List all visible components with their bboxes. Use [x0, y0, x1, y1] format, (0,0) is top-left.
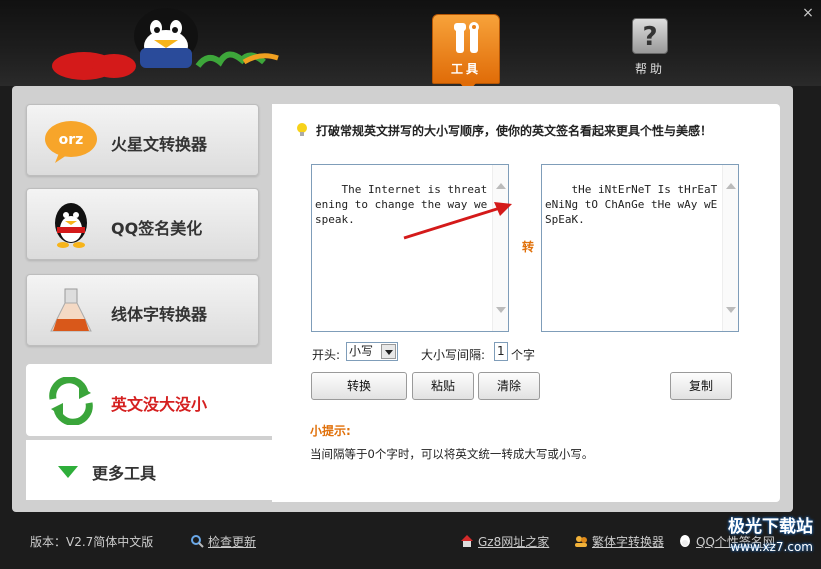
help-icon: ? — [632, 18, 668, 54]
tab-help-label: 帮助 — [634, 62, 665, 76]
interval-unit: 个字 — [511, 348, 536, 362]
output-scrollbar[interactable] — [722, 165, 738, 331]
home-icon — [461, 535, 473, 547]
watermark: 极光下载站 www.xz7.com — [655, 517, 813, 567]
footer-link-label: Gz8网址之家 — [478, 535, 550, 549]
people-icon — [575, 536, 587, 547]
tab-help[interactable]: ? 帮助 — [622, 18, 678, 82]
convert-label: 转 — [522, 240, 535, 254]
hint-text: 当间隔等于0个字时，可以将英文统一转成大写或小写。 — [310, 447, 594, 461]
version-text: 版本：V2.7简体中文版 — [30, 535, 154, 549]
sidebar-item-line-font[interactable]: 线体字转换器 — [26, 274, 259, 346]
input-textarea[interactable]: The Internet is threatening to change th… — [311, 164, 509, 332]
chevron-down-icon — [58, 466, 78, 478]
app-logo — [52, 8, 279, 80]
orz-bubble-icon: orz — [45, 121, 97, 163]
description-line: 打破常规英文拼写的大小写顺序，使你的英文签名看起来更具个性与美感！ — [296, 122, 712, 139]
clear-button[interactable]: 清除 — [478, 372, 540, 400]
sidebar-item-martian-text[interactable]: orz 火星文转换器 — [26, 104, 259, 176]
sidebar-item-label: 线体字转换器 — [111, 305, 208, 324]
footer-link-traditional[interactable]: 繁体字转换器 — [574, 533, 664, 550]
case-start-value: 小写 — [349, 344, 374, 358]
refresh-arrows-icon — [49, 377, 93, 425]
case-start-select[interactable]: 小写 — [346, 342, 398, 361]
scroll-down-icon[interactable] — [726, 307, 736, 313]
paste-button[interactable]: 粘贴 — [412, 372, 474, 400]
interval-input[interactable]: 1 — [494, 342, 508, 361]
lightbulb-icon — [297, 123, 307, 136]
sidebar-item-label: QQ签名美化 — [111, 219, 203, 238]
title-bar: × 工具 ? 帮助 — [0, 0, 821, 93]
interval-value: 1 — [497, 344, 505, 358]
scroll-up-icon[interactable] — [726, 183, 736, 189]
tab-tools-label: 工具 — [450, 62, 481, 76]
main-panel: 打破常规英文拼写的大小写顺序，使你的英文签名看起来更具个性与美感！ The In… — [272, 104, 780, 502]
copy-button[interactable]: 复制 — [670, 372, 732, 400]
footer-link-label: 繁体字转换器 — [592, 535, 665, 549]
red-arrow-annotation — [403, 202, 512, 240]
check-update-link[interactable]: 检查更新 — [190, 533, 256, 550]
more-tools-label: 更多工具 — [92, 464, 157, 483]
watermark-title: 极光下载站 — [728, 517, 813, 537]
more-tools-button[interactable]: 更多工具 — [26, 440, 272, 500]
switch-label: 开头: — [312, 348, 341, 362]
sidebar-item-english-case[interactable]: 英文没大没小 — [26, 364, 272, 436]
output-textarea[interactable]: tHe iNtErNeT Is tHrEaTeNiNg tO ChAnGe tH… — [541, 164, 739, 332]
scroll-down-icon[interactable] — [496, 307, 506, 313]
tools-icon — [454, 22, 479, 53]
footer-link-gz8[interactable]: Gz8网址之家 — [460, 533, 549, 550]
sidebar-item-label: 火星文转换器 — [111, 135, 208, 154]
chevron-down-icon[interactable] — [381, 344, 396, 359]
convert-button[interactable]: 转换 — [311, 372, 407, 400]
watermark-url: www.xz7.com — [730, 540, 813, 554]
hint-title: 小提示: — [310, 424, 351, 438]
svg-text:orz: orz — [59, 132, 84, 148]
sidebar-item-qq-signature[interactable]: QQ签名美化 — [26, 188, 259, 260]
sidebar-item-label: 英文没大没小 — [111, 395, 208, 414]
scroll-up-icon[interactable] — [496, 183, 506, 189]
description-text: 打破常规英文拼写的大小写顺序，使你的英文签名看起来更具个性与美感！ — [316, 124, 713, 138]
flask-icon — [50, 288, 92, 332]
check-update-label: 检查更新 — [208, 535, 257, 549]
output-text: tHe iNtErNeT Is tHrEaTeNiNg tO ChAnGe tH… — [545, 183, 724, 226]
interval-label: 大小写间隔: — [421, 348, 486, 362]
input-scrollbar[interactable] — [492, 165, 508, 331]
close-button[interactable]: × — [801, 6, 815, 20]
penguin-icon — [55, 203, 87, 248]
magnifier-icon — [191, 535, 204, 548]
tab-tools[interactable]: 工具 — [432, 14, 500, 93]
